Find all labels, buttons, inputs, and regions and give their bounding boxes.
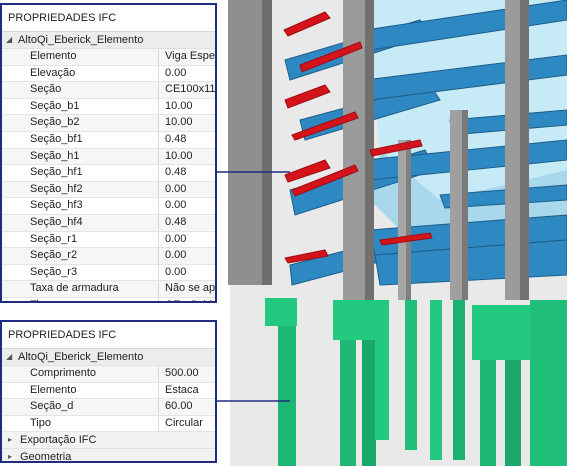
property-value[interactable]: 0.00 — [159, 198, 215, 214]
property-row[interactable]: Seção_d 60.00 — [2, 399, 215, 416]
property-row[interactable]: Seção_hf2 0.00 — [2, 181, 215, 199]
property-value[interactable]: Não se aplica — [159, 281, 215, 297]
property-value[interactable]: 0.00 — [159, 248, 215, 264]
property-value[interactable]: 60.00 — [159, 399, 215, 415]
expand-arrow-icon[interactable]: ▸ — [8, 449, 12, 461]
property-label: Seção — [2, 82, 159, 98]
property-value[interactable]: CE - Soldados — [159, 298, 215, 301]
property-row[interactable]: Seção_b1 10.00 — [2, 98, 215, 116]
property-row[interactable]: Seção_hf1 0.48 — [2, 165, 215, 182]
property-label: Elevação — [2, 65, 159, 82]
property-value[interactable]: 0.00 — [159, 181, 215, 198]
property-value[interactable]: 10.00 — [159, 99, 215, 115]
group-label: Exportação IFC — [20, 434, 97, 447]
property-value[interactable]: 10.00 — [159, 148, 215, 165]
property-value[interactable]: 0.48 — [159, 132, 215, 148]
property-label: Seção_r3 — [2, 264, 159, 281]
property-value[interactable]: Circular — [159, 416, 215, 432]
property-label: Tipo — [2, 415, 159, 432]
property-row[interactable]: Seção_r3 0.00 — [2, 264, 215, 282]
collapsed-groups: ▸ Exportação IFC ▸ Geometria — [2, 432, 215, 463]
property-label: Seção_bf1 — [2, 131, 159, 148]
panel-title: PROPRIEDADES IFC — [2, 5, 215, 32]
panel-title: PROPRIEDADES IFC — [2, 322, 215, 349]
property-row[interactable]: Seção_hf4 0.48 — [2, 214, 215, 232]
property-row[interactable]: TipoCE - Soldados — [2, 297, 215, 301]
property-row[interactable]: Elemento Estaca — [2, 382, 215, 400]
property-value[interactable]: 0.00 — [159, 265, 215, 281]
property-value[interactable]: 0.00 — [159, 232, 215, 248]
property-label: Seção_hf2 — [2, 181, 159, 198]
property-value[interactable]: 10.00 — [159, 115, 215, 131]
property-row[interactable]: Taxa de armaduraNão se aplica — [2, 281, 215, 298]
property-value[interactable]: Viga Especial — [159, 49, 215, 65]
property-row[interactable]: Comprimento 500.00 — [2, 366, 215, 383]
property-grid: ElementoViga EspecialElevação0.00SeçãoCE… — [2, 49, 215, 301]
group-header-altoqi[interactable]: ◢ AltoQi_Eberick_Elemento — [2, 32, 215, 49]
property-value[interactable]: 0.48 — [159, 214, 215, 231]
property-label: Seção_b1 — [2, 98, 159, 115]
property-value[interactable]: 0.48 — [159, 165, 215, 181]
group-label: AltoQi_Eberick_Elemento — [18, 34, 144, 46]
property-label: Elemento — [2, 382, 159, 399]
property-row[interactable]: Elevação 0.00 — [2, 65, 215, 83]
properties-panel-top: PROPRIEDADES IFC ◢ AltoQi_Eberick_Elemen… — [0, 3, 217, 303]
collapse-arrow-icon[interactable]: ◢ — [6, 349, 12, 365]
property-label: Seção_r1 — [2, 231, 159, 248]
property-label: Seção_hf3 — [2, 198, 159, 214]
property-label: Seção_d — [2, 399, 159, 415]
property-label: Comprimento — [2, 366, 159, 382]
property-row[interactable]: Seção_r1 0.00 — [2, 231, 215, 249]
property-row[interactable]: Seção_h1 10.00 — [2, 148, 215, 166]
property-label: Taxa de armadura — [2, 281, 159, 297]
property-value[interactable]: 0.00 — [159, 66, 215, 82]
group-label: Geometria — [20, 451, 72, 463]
property-label: Seção_h1 — [2, 148, 159, 165]
collapse-arrow-icon[interactable]: ◢ — [6, 32, 12, 48]
properties-panel-bottom: PROPRIEDADES IFC ◢ AltoQi_Eberick_Elemen… — [0, 320, 217, 463]
property-value[interactable]: Estaca — [159, 383, 215, 399]
property-row[interactable]: Seção_r2 0.00 — [2, 248, 215, 265]
property-row[interactable]: Seção_b2 10.00 — [2, 115, 215, 132]
property-row[interactable]: ElementoViga Especial — [2, 49, 215, 66]
collapsed-group-header[interactable]: ▸ Exportação IFC — [2, 432, 215, 450]
group-label: AltoQi_Eberick_Elemento — [18, 351, 144, 363]
property-label: Seção_hf4 — [2, 214, 159, 231]
property-row[interactable]: Tipo Circular — [2, 415, 215, 433]
property-row[interactable]: Seção CE100x11 — [2, 82, 215, 99]
expand-arrow-icon[interactable]: ▸ — [8, 432, 12, 448]
property-grid: Comprimento 500.00 Elemento Estaca Seção_d 60… — [2, 366, 215, 433]
property-label: Tipo — [2, 297, 159, 301]
property-label: Elemento — [2, 49, 159, 65]
property-label: Seção_r2 — [2, 248, 159, 264]
property-label: Seção_hf1 — [2, 165, 159, 181]
group-header-altoqi[interactable]: ◢ AltoQi_Eberick_Elemento — [2, 349, 215, 366]
property-value[interactable]: 500.00 — [159, 366, 215, 382]
property-label: Seção_b2 — [2, 115, 159, 131]
property-value[interactable]: CE100x11 — [159, 82, 215, 98]
collapsed-group-header[interactable]: ▸ Geometria — [2, 449, 215, 463]
property-row[interactable]: Seção_hf3 0.00 — [2, 198, 215, 215]
property-row[interactable]: Seção_bf1 0.48 — [2, 131, 215, 149]
